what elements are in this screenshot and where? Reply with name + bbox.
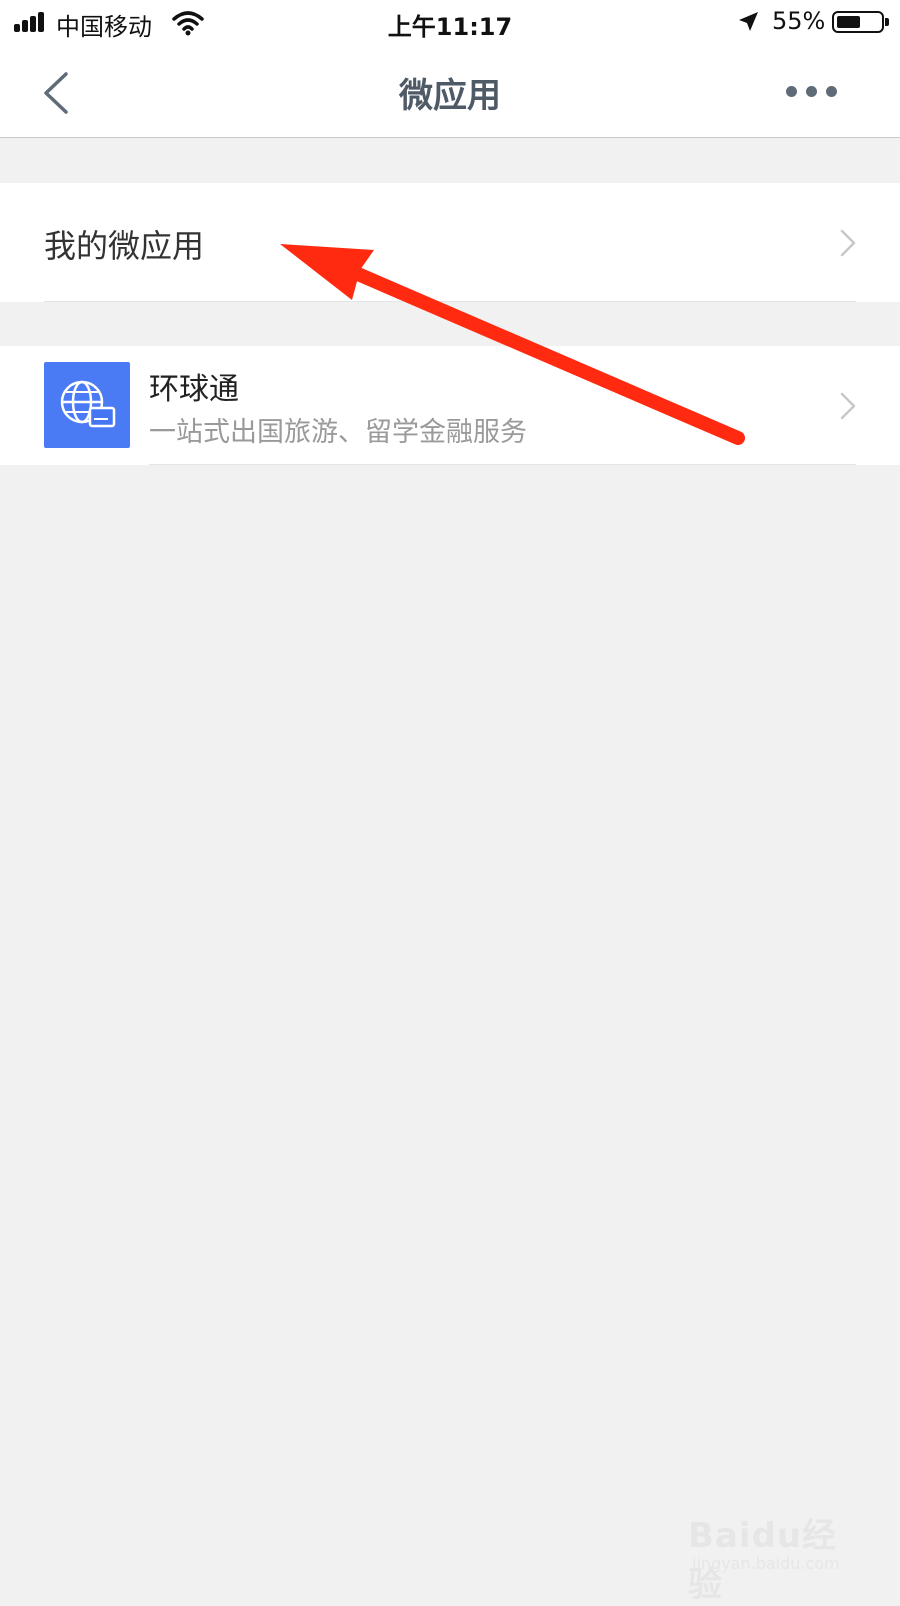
chevron-right-icon <box>840 392 856 420</box>
battery-percent: 55% <box>772 7 826 35</box>
battery-icon <box>832 11 889 33</box>
status-time: 上午11:17 <box>387 13 513 41</box>
chevron-right-icon <box>840 229 856 257</box>
more-dots-icon[interactable] <box>782 84 842 100</box>
location-arrow-icon <box>739 12 758 31</box>
baidu-watermark: Baidu经验 jingyan.baidu.com <box>688 1500 868 1605</box>
list-item[interactable]: 环球通 一站式出国旅游、留学金融服务 <box>0 346 900 465</box>
app-name: 环球通 <box>149 372 239 407</box>
app-description: 一站式出国旅游、留学金融服务 <box>149 417 527 448</box>
status-bar: 中国移动 上午11:17 55% <box>0 0 900 44</box>
my-apps-row[interactable]: 我的微应用 <box>0 183 900 302</box>
page-title: 微应用 <box>399 76 501 116</box>
watermark-url: jingyan.baidu.com <box>692 1554 840 1573</box>
battery-fill <box>837 16 860 28</box>
navigation-bar: 微应用 <box>0 44 900 138</box>
my-apps-label: 我的微应用 <box>44 227 205 265</box>
globe-card-icon <box>44 362 130 448</box>
